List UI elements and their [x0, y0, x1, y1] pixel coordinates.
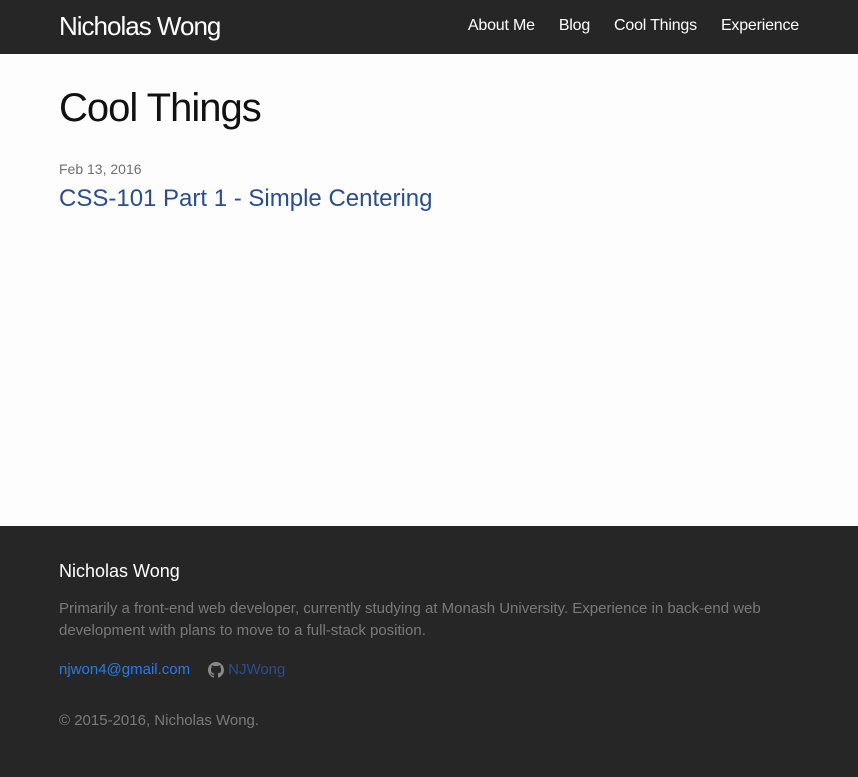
page-title: Cool Things [59, 86, 262, 130]
github-username: NJWong [228, 661, 286, 678]
nav-link-experience[interactable]: Experience [721, 16, 799, 36]
page-content: Cool Things Feb 13, 2016 CSS-101 Part 1 … [0, 54, 858, 526]
email-link[interactable]: njwon4@gmail.com [59, 660, 190, 680]
nav-link-about-me[interactable]: About Me [468, 16, 535, 36]
nav-link-cool-things[interactable]: Cool Things [614, 16, 697, 36]
footer-contact-links: njwon4@gmail.com NJWong [59, 660, 285, 680]
footer-description: Primarily a front-end web developer, cur… [59, 600, 761, 639]
footer-heading: Nicholas Wong [59, 561, 180, 581]
site-nav: About Me Blog Cool Things Experience [468, 16, 799, 36]
github-icon [208, 662, 225, 678]
nav-link-blog[interactable]: Blog [559, 16, 590, 36]
post-title-link[interactable]: CSS-101 Part 1 - Simple Centering [59, 184, 433, 214]
site-footer: Nicholas Wong Primarily a front-end web … [0, 526, 858, 777]
github-link[interactable]: NJWong [208, 660, 285, 680]
copyright-text: © 2015-2016, Nicholas Wong. [59, 712, 260, 729]
post-date: Feb 13, 2016 [59, 161, 142, 177]
site-header: Nicholas Wong About Me Blog Cool Things … [0, 0, 858, 54]
site-title-link[interactable]: Nicholas Wong [59, 10, 221, 42]
